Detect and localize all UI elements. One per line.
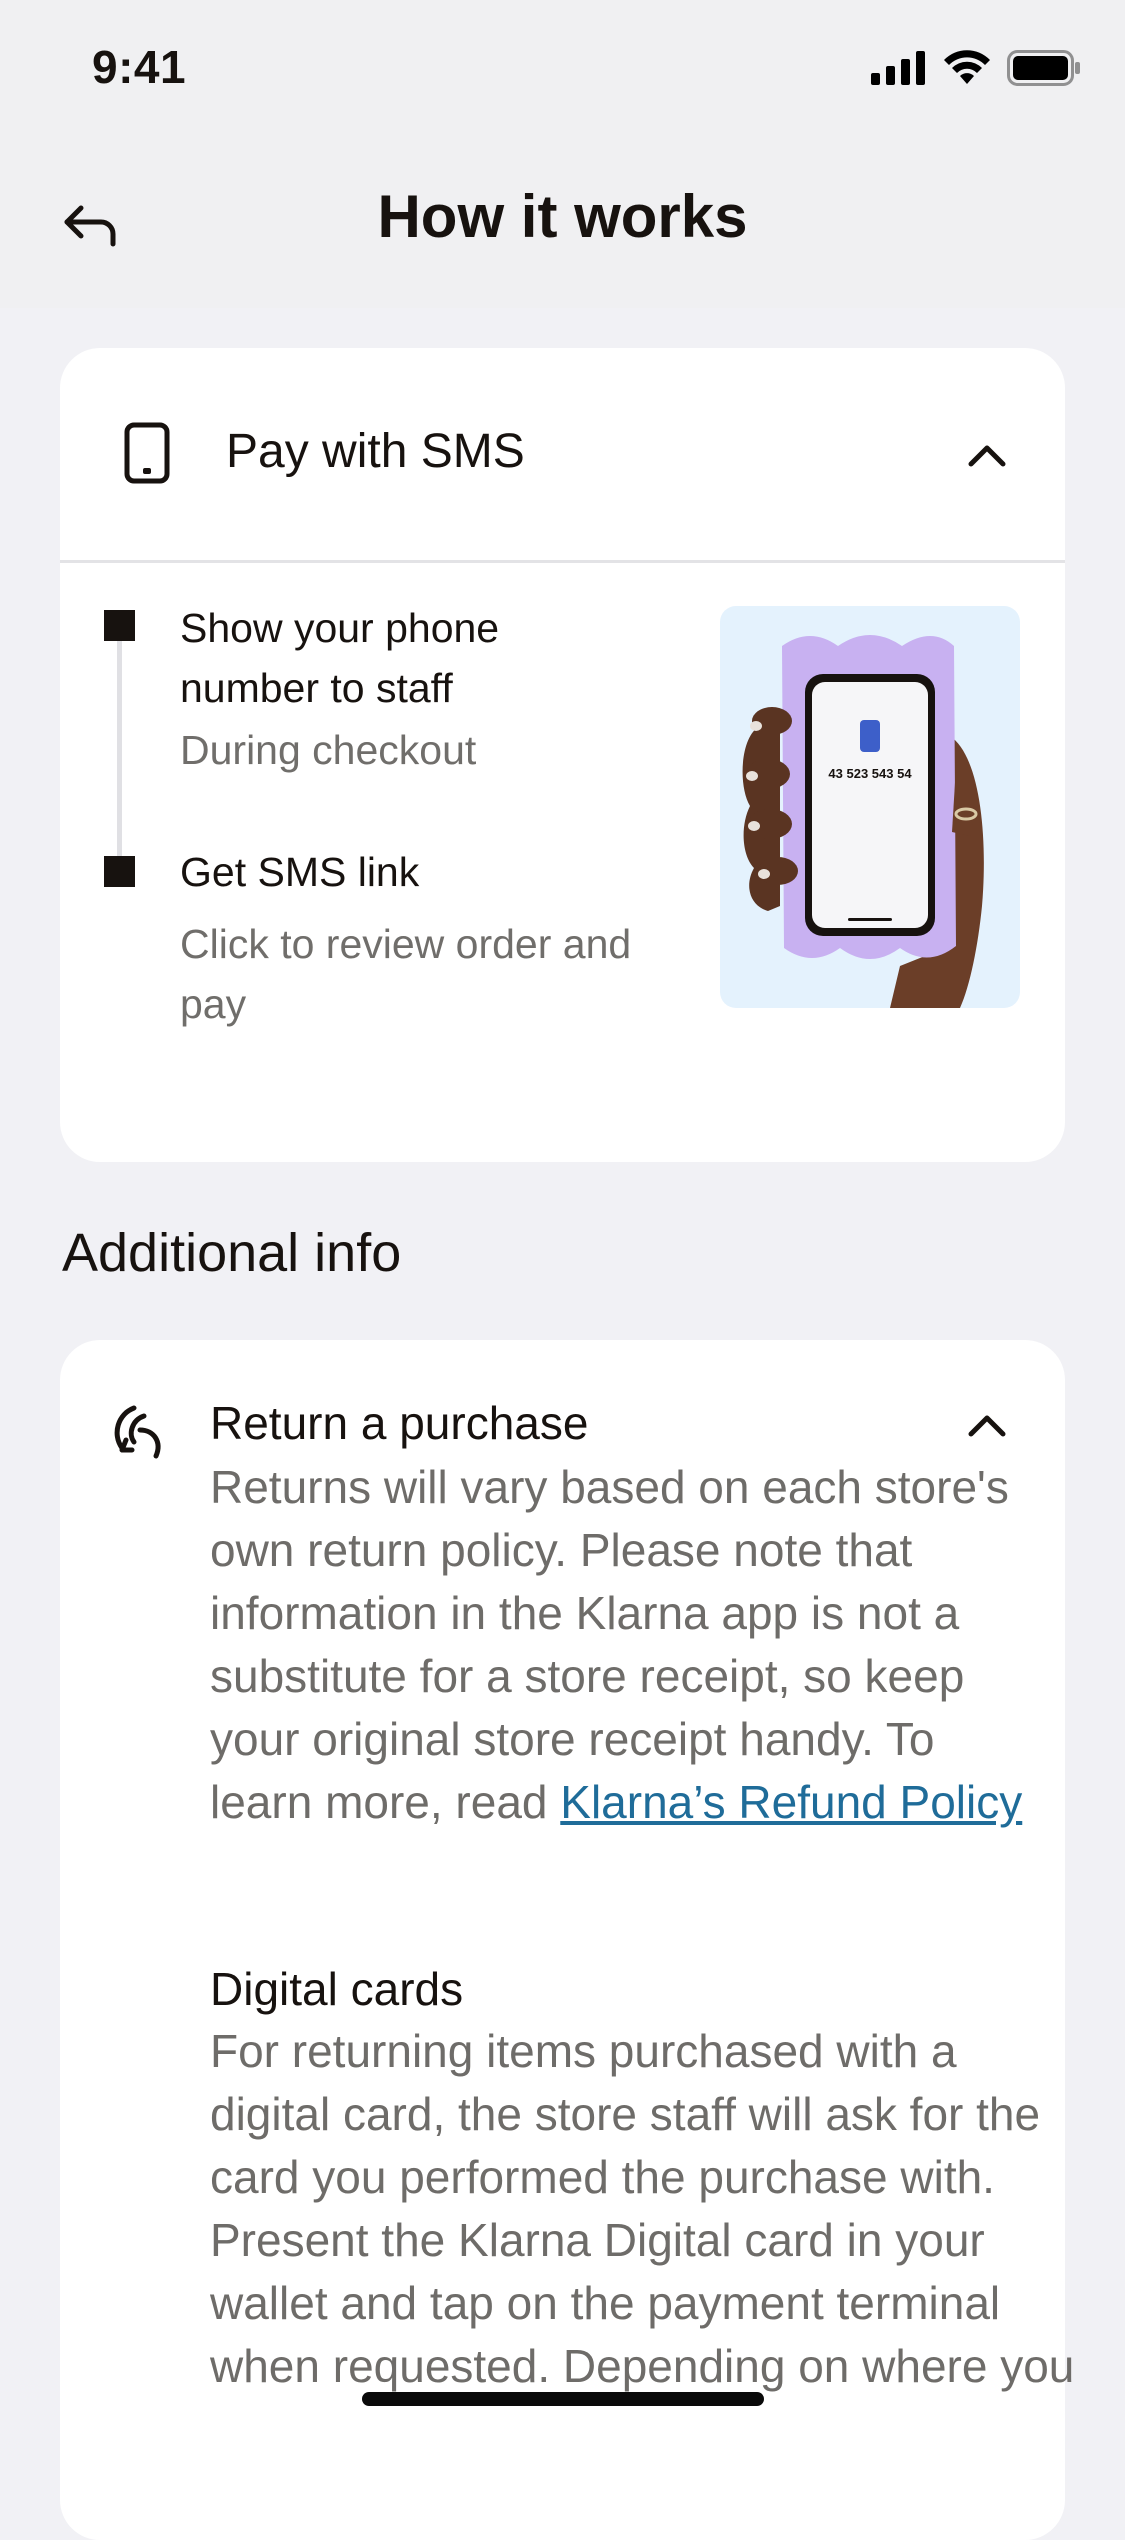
hand-holding-phone-illustration: 43 523 543 54 [720, 606, 1020, 1008]
step-1-marker [104, 610, 135, 641]
wifi-icon [944, 50, 990, 84]
step-2-subtitle: Click to review order and pay [180, 921, 632, 1027]
status-bar: 9:41 [0, 0, 1125, 140]
battery-icon [1007, 50, 1080, 86]
status-icons [871, 50, 1081, 86]
home-indicator[interactable] [362, 2392, 764, 2406]
step-1-title: Show your phone number to staff [180, 605, 500, 711]
additional-info-heading: Additional info [62, 1223, 402, 1283]
return-purchase-text: Returns will vary based on each store's … [210, 1461, 1009, 1828]
step-connector [117, 630, 122, 878]
cellular-signal-icon [871, 51, 925, 85]
return-purchase-title[interactable]: Return a purchase [210, 1396, 588, 1450]
sms-steps: Show your phone number to staff During c… [60, 560, 680, 1160]
pay-with-sms-title: Pay with SMS [226, 425, 525, 478]
digital-cards-title: Digital cards [210, 1963, 464, 2015]
pay-with-sms-header[interactable]: Pay with SMS [60, 348, 1065, 563]
phone-illustration-svg: 43 523 543 54 [742, 635, 984, 1008]
phone-icon [124, 422, 170, 484]
digital-cards-body: For returning items purchased with a dig… [210, 2025, 1075, 2392]
chevron-up-icon[interactable] [965, 440, 1009, 470]
return-icon [114, 1405, 161, 1459]
return-purchase-body: Returns will vary based on each store's … [210, 1456, 1030, 1834]
refund-policy-link[interactable]: Klarna’s Refund Policy [560, 1776, 1022, 1828]
nav-header: How it works [0, 140, 1125, 308]
step-1-subtitle: During checkout [180, 727, 477, 773]
status-time: 9:41 [92, 41, 187, 93]
return-purchase-card: Return a purchase Returns will vary base… [60, 1340, 1074, 2540]
illustration-phone-number: 43 523 543 54 [828, 766, 912, 781]
page-title: How it works [377, 183, 748, 250]
step-2-title: Get SMS link [180, 849, 420, 895]
chevron-up-icon[interactable] [965, 1410, 1009, 1440]
step-2-marker [104, 856, 135, 887]
pay-with-sms-card: Pay with SMS Show your phone number to s… [60, 348, 1065, 1162]
